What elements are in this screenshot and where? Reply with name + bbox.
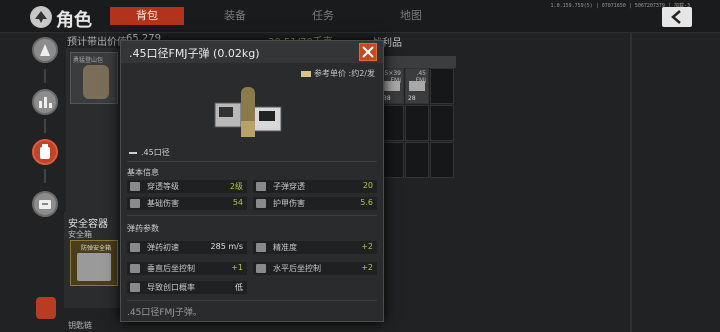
spoils-cell-empty[interactable] [430, 142, 454, 178]
safe-container-icon[interactable] [36, 297, 56, 319]
divider [127, 215, 377, 216]
stat-label: 穿透等级 [147, 182, 179, 191]
stat-bullet-penetration: 子弹穿透 20 [253, 180, 377, 193]
stat-value: 5.6 [360, 198, 373, 207]
spoils-cell-empty[interactable] [430, 105, 454, 141]
safe-container-subtitle: 安全箱 [68, 230, 92, 239]
ammo-params-title: 弹药参数 [127, 224, 159, 233]
nav-stats-icon[interactable] [32, 89, 58, 115]
top-bar: 角色 背包 装备 任务 地图 1.0.159.759(5) | 07071650… [0, 0, 720, 33]
stat-value: 20 [362, 181, 373, 190]
stat-value: 低 [235, 283, 243, 292]
stat-value: 285 m/s [210, 242, 243, 251]
ammo-box-icon [214, 87, 282, 137]
keychain-label: 钥匙链 [68, 321, 92, 330]
horizontal-recoil-icon [256, 264, 266, 273]
close-icon [362, 46, 374, 58]
nav-storage-icon[interactable] [32, 191, 58, 217]
tab-equipment[interactable]: 装备 [198, 7, 272, 25]
chevron-left-icon [671, 10, 681, 24]
left-nav [28, 33, 64, 332]
inventory-screen: 角色 背包 装备 任务 地图 1.0.159.759(5) | 07071650… [0, 0, 720, 332]
basic-info-title: 基本信息 [127, 168, 159, 177]
stat-value: +2 [361, 263, 373, 272]
game-logo-icon [30, 6, 52, 28]
stat-base-damage: 基础伤害 54 [127, 197, 247, 210]
back-button[interactable] [662, 7, 692, 27]
stat-value: +1 [231, 263, 243, 272]
price-icon [300, 70, 311, 77]
vertical-recoil-icon [130, 264, 140, 273]
cell-count: 38 [383, 95, 391, 102]
velocity-icon [130, 243, 140, 252]
divider [127, 161, 377, 162]
close-button[interactable] [359, 43, 377, 61]
item-name: .45口径FMJ子弹 (0.02kg) [129, 47, 260, 60]
nav-character-icon[interactable] [32, 37, 58, 63]
nav-divider [44, 69, 46, 83]
ammo-icon [409, 81, 425, 91]
safe-container-slot[interactable]: 防弹安全箱 [70, 240, 118, 286]
backpack-label: 勇猛登山包 [73, 57, 104, 64]
caliber-dash [129, 151, 137, 154]
penetration-icon [256, 182, 266, 191]
stat-value: +2 [361, 242, 373, 251]
panel-divider [630, 33, 632, 332]
stat-penetration-level: 穿透等级 2级 [127, 180, 247, 193]
stat-value: 54 [232, 198, 243, 207]
unit-price-text: 参考单价 :约2/发 [313, 69, 375, 78]
unit-price: 参考单价 :约2/发 [300, 68, 375, 79]
ammo-icon [384, 81, 400, 91]
item-detail-popup: .45口径FMJ子弹 (0.02kg) 参考单价 :约2/发 .45口径 基本信… [120, 40, 384, 322]
stat-label: 弹药初速 [147, 243, 179, 252]
nav-divider [44, 119, 46, 133]
shield-level-icon [130, 182, 140, 191]
spoils-header [380, 56, 456, 68]
stat-label: 精准度 [273, 243, 297, 252]
popup-header: .45口径FMJ子弹 (0.02kg) [121, 41, 383, 63]
nav-backpack-icon[interactable] [32, 139, 58, 165]
stat-armor-damage: 护甲伤害 5.6 [253, 197, 377, 210]
stat-accuracy: 精准度 +2 [253, 241, 377, 254]
spoils-cell-empty[interactable] [405, 105, 429, 141]
wound-icon [130, 283, 140, 292]
stat-label: 护甲伤害 [273, 199, 305, 208]
top-tabs: 背包 装备 任务 地图 [110, 7, 462, 25]
safe-item-label: 防弹安全箱 [81, 245, 112, 252]
item-description: .45口径FMJ子弹。 [127, 308, 202, 318]
stat-wound-chance: 导致创口概率 低 [127, 281, 247, 294]
tab-backpack[interactable]: 背包 [110, 7, 184, 25]
safe-container-title: 安全容器 [68, 219, 108, 230]
caliber-row: .45口径 [129, 147, 170, 158]
backpack-slot[interactable]: 勇猛登山包 [70, 52, 118, 104]
caliber-text: .45口径 [141, 148, 170, 157]
spoils-cell-empty[interactable] [405, 142, 429, 178]
backpack-icon [83, 65, 109, 99]
nav-divider [44, 169, 46, 183]
stat-label: 导致创口概率 [147, 283, 195, 292]
stat-muzzle-velocity: 弹药初速 285 m/s [127, 241, 247, 254]
page-title: 角色 [56, 10, 92, 31]
safe-box-icon [77, 253, 111, 281]
stat-vertical-recoil: 垂直后坐控制 +1 [127, 262, 247, 275]
tab-map[interactable]: 地图 [374, 7, 448, 25]
stat-label: 水平后坐控制 [273, 264, 321, 273]
stat-label: 垂直后坐控制 [147, 264, 195, 273]
spoils-cell-empty[interactable] [430, 68, 454, 104]
armor-icon [256, 199, 266, 208]
spoils-cell[interactable]: .45 FMJ 28 [405, 68, 429, 104]
stat-label: 基础伤害 [147, 199, 179, 208]
stat-value: 2级 [229, 182, 243, 191]
stat-label: 子弹穿透 [273, 182, 305, 191]
crosshair-icon [256, 243, 266, 252]
stat-horizontal-recoil: 水平后坐控制 +2 [253, 262, 377, 275]
tab-tasks[interactable]: 任务 [286, 7, 360, 25]
cell-count: 28 [408, 95, 416, 102]
heart-icon [130, 199, 140, 208]
divider [127, 300, 377, 301]
